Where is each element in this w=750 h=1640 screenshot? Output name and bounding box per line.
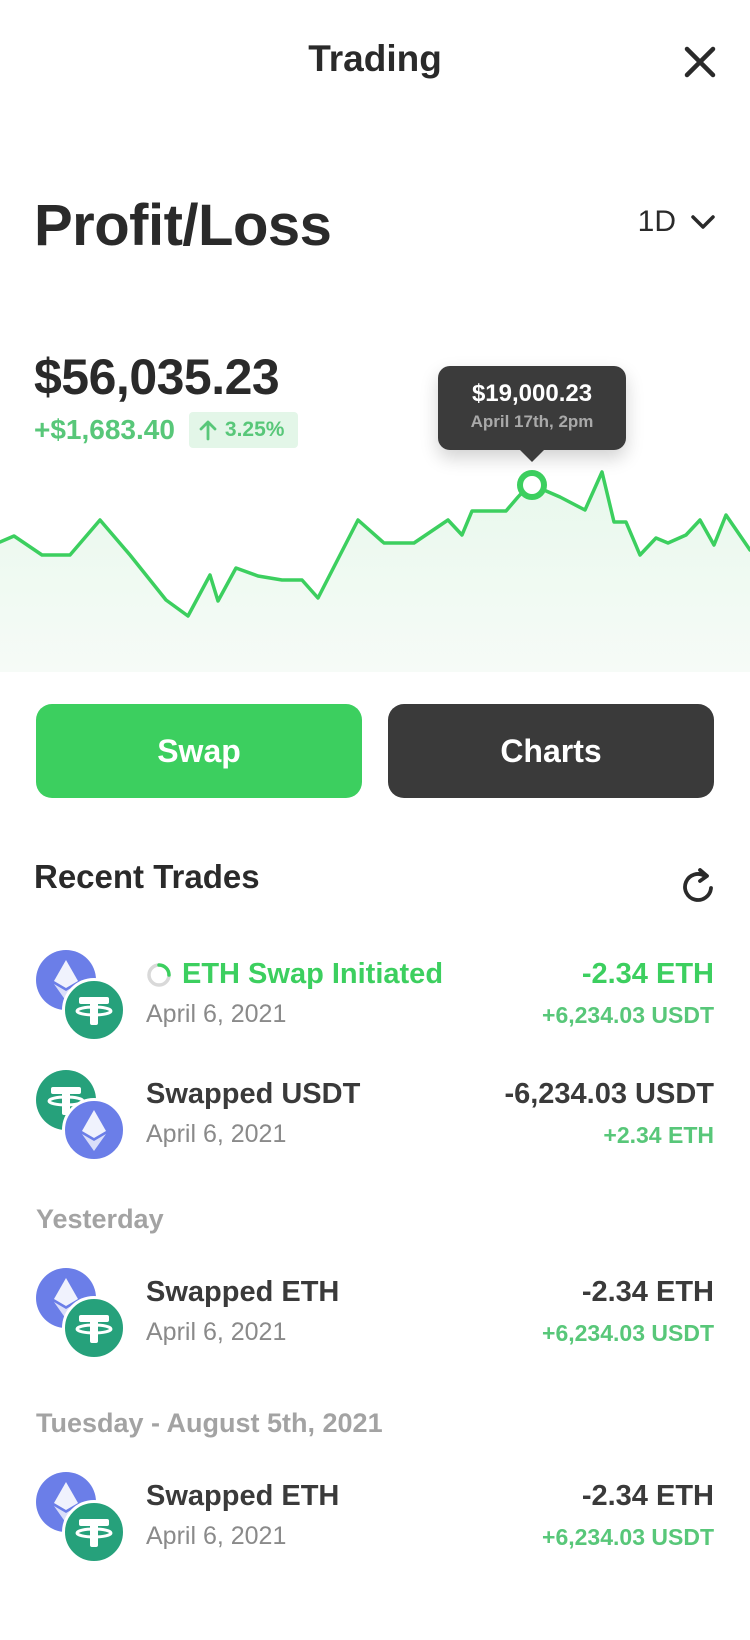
eth-coin-icon — [62, 1098, 126, 1162]
trade-row[interactable]: Swapped ETH April 6, 2021 -2.34 ETH +6,2… — [0, 1472, 750, 1564]
chevron-down-icon — [691, 215, 715, 229]
trade-counter-amount: +6,234.03 USDT — [542, 1320, 714, 1346]
loading-spinner-icon — [147, 962, 171, 987]
page-title: Trading — [308, 38, 442, 79]
range-label: 1D — [637, 205, 676, 238]
trade-date: April 6, 2021 — [146, 1522, 287, 1550]
close-button[interactable] — [680, 42, 720, 82]
trade-name: Swapped ETH — [146, 1276, 340, 1308]
coin-pair — [36, 1070, 126, 1162]
usdt-coin-icon — [62, 1500, 126, 1564]
tooltip-date: April 17th, 2pm — [470, 412, 594, 431]
usdt-coin-icon — [62, 1296, 126, 1360]
trade-date: April 6, 2021 — [146, 1318, 287, 1346]
coin-pair — [36, 950, 126, 1042]
coin-pair — [36, 1472, 126, 1564]
trade-name: Swapped USDT — [146, 1078, 361, 1110]
trade-row[interactable]: ETH Swap Initiated April 6, 2021 -2.34 E… — [0, 950, 750, 1042]
profit-chart[interactable] — [0, 440, 750, 672]
change-percent: 3.25% — [224, 418, 285, 441]
recent-trades-title: Recent Trades — [34, 858, 260, 895]
coin-pair — [36, 1268, 126, 1360]
trade-name-label: ETH Swap Initiated — [182, 958, 444, 990]
trade-amount: -6,234.03 USDT — [504, 1078, 714, 1110]
trade-date: April 6, 2021 — [146, 1120, 287, 1148]
refresh-button[interactable] — [680, 866, 716, 906]
charts-button[interactable]: Charts — [388, 704, 714, 798]
trade-counter-amount: +6,234.03 USDT — [542, 1524, 714, 1550]
chart-tooltip: $19,000.23 April 17th, 2pm — [438, 366, 626, 462]
chart-area — [0, 472, 750, 672]
tooltip-value: $19,000.23 — [471, 380, 593, 407]
trade-name: Swapped ETH — [146, 1480, 340, 1512]
swap-button[interactable]: Swap — [36, 704, 362, 798]
arrow-up-icon — [199, 420, 217, 441]
profit-loss-title: Profit/Loss — [34, 193, 332, 258]
close-icon — [684, 46, 716, 78]
range-selector[interactable]: 1D — [638, 205, 716, 239]
usdt-coin-icon — [62, 978, 126, 1042]
date-group-label: Yesterday — [36, 1204, 164, 1234]
trade-amount: -2.34 ETH — [581, 1276, 714, 1308]
refresh-icon — [683, 868, 713, 902]
portfolio-balance: $56,035.23 — [34, 349, 280, 405]
chart-selected-point[interactable] — [517, 470, 547, 500]
trade-row[interactable]: Swapped USDT April 6, 2021 -6,234.03 USD… — [0, 1070, 750, 1162]
trade-counter-amount: +2.34 ETH — [603, 1122, 714, 1148]
profit-chart-svg — [0, 470, 750, 672]
trade-name: ETH Swap Initiated — [146, 958, 443, 991]
trade-row[interactable]: Swapped ETH April 6, 2021 -2.34 ETH +6,2… — [0, 1268, 750, 1360]
trade-counter-amount: +6,234.03 USDT — [542, 1002, 714, 1028]
trade-amount: -2.34 ETH — [581, 958, 714, 990]
trade-amount: -2.34 ETH — [581, 1480, 714, 1512]
date-group-label: Tuesday - August 5th, 2021 — [36, 1408, 383, 1438]
header: Trading — [0, 0, 750, 125]
trade-date: April 6, 2021 — [146, 1000, 287, 1028]
